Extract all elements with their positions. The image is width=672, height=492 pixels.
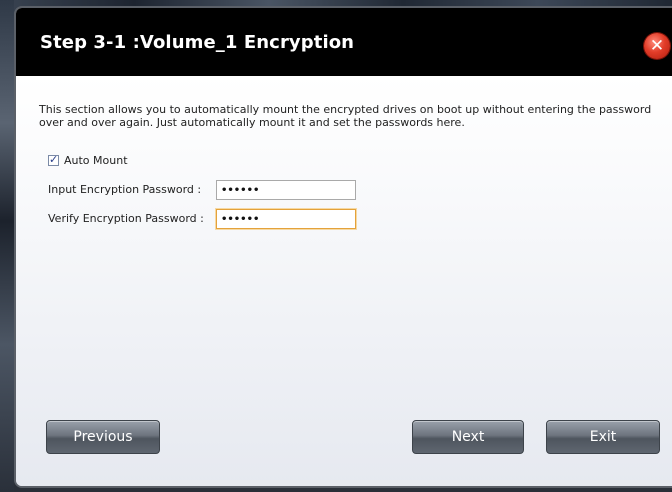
exit-button[interactable]: Exit: [546, 420, 660, 454]
auto-mount-option[interactable]: Auto Mount: [48, 152, 128, 168]
input-password-label: Input Encryption Password :: [48, 183, 202, 196]
background-strip-left: [0, 0, 14, 492]
encryption-dialog: Step 3-1 :Volume_1 Encryption ✕ This sec…: [14, 6, 672, 488]
auto-mount-label: Auto Mount: [64, 153, 128, 167]
close-icon[interactable]: ✕: [644, 33, 670, 59]
description-text: This section allows you to automatically…: [39, 103, 652, 129]
dialog-title: Step 3-1 :Volume_1 Encryption: [40, 32, 355, 53]
verify-password-field[interactable]: [216, 209, 356, 229]
previous-button[interactable]: Previous: [46, 420, 160, 454]
auto-mount-checkbox[interactable]: [48, 153, 59, 166]
input-password-field[interactable]: [216, 180, 356, 200]
verify-password-label: Verify Encryption Password :: [48, 212, 204, 225]
dialog-title-bar: Step 3-1 :Volume_1 Encryption ✕: [16, 8, 672, 76]
next-button[interactable]: Next: [412, 420, 524, 454]
